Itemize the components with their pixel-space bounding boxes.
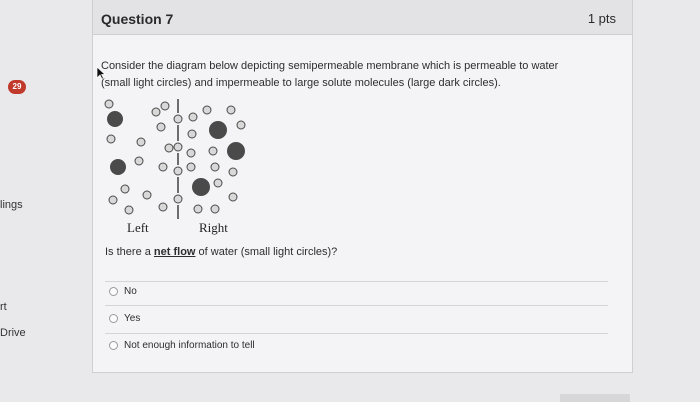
right-compartment-label: Right [199,220,228,235]
left-compartment-label: Left [127,220,149,235]
answer-option-label: Yes [124,312,141,324]
water-molecule [173,166,183,176]
prompt-line-2: (small light circles) and impermeable to… [101,77,501,89]
water-molecule [193,204,203,214]
question-prompt: Consider the diagram below depicting sem… [101,58,601,92]
answer-divider [105,333,608,334]
question-ask: Is there a net flow of water (small ligh… [105,246,337,258]
water-molecule [173,114,183,124]
answer-divider [105,281,608,282]
water-molecule [106,134,116,144]
water-molecule [213,178,223,188]
water-molecule [136,137,146,147]
water-molecule [158,162,168,172]
solute-molecule [227,142,245,160]
radio-icon[interactable] [109,286,118,296]
water-molecule [104,99,114,109]
nav-item-partial[interactable]: rt [0,301,7,313]
solute-molecule [192,178,210,196]
answer-option-yes[interactable]: Yes [109,311,140,325]
answer-option-no[interactable]: No [109,284,137,298]
water-molecule [186,162,196,172]
notification-badge[interactable]: 29 [8,80,26,94]
solute-molecule [107,111,123,127]
water-molecule [208,146,218,156]
water-molecule [164,143,174,153]
prompt-line-1: Consider the diagram below depicting sem… [101,60,559,72]
question-header: Question 7 1 pts [93,0,632,35]
water-molecule [124,205,134,215]
water-molecule [202,105,212,115]
water-molecule [173,142,183,152]
solute-molecule [110,159,126,175]
solute-molecule [209,121,227,139]
water-molecule [187,129,197,139]
water-molecule [210,162,220,172]
water-molecule [236,120,246,130]
water-molecule [158,202,168,212]
question-title: Question 7 [101,11,174,27]
water-molecule [142,190,152,200]
radio-icon[interactable] [109,313,118,323]
nav-item-drive[interactable]: Drive [0,327,26,339]
course-nav-rail: 29 lings rt Drive [0,0,88,402]
membrane-diagram: Left Right [104,99,246,235]
mouse-cursor-icon [96,66,106,80]
water-molecule [160,101,170,111]
water-molecules [104,99,246,215]
water-molecule [151,107,161,117]
next-card-edge [560,394,630,402]
ask-suffix: of water (small light circles)? [195,246,338,258]
water-molecule [156,122,166,132]
answer-option-label: No [124,285,137,297]
ask-prefix: Is there a [105,246,154,258]
solute-molecules [107,111,245,196]
radio-icon[interactable] [109,340,118,350]
water-molecule [226,105,236,115]
answer-option-label: Not enough information to tell [124,339,255,351]
question-points: 1 pts [587,11,616,26]
answer-option-not-enough-info[interactable]: Not enough information to tell [109,338,255,352]
water-molecule [134,156,144,166]
water-molecule [120,184,130,194]
water-molecule [228,192,238,202]
water-molecule [228,167,238,177]
water-molecule [108,195,118,205]
answer-divider [105,305,608,306]
ask-emphasis: net flow [153,246,196,258]
nav-item-settings[interactable]: lings [0,199,23,211]
water-molecule [188,112,198,122]
water-molecule [173,194,183,204]
water-molecule [210,204,220,214]
water-molecule [186,148,196,158]
